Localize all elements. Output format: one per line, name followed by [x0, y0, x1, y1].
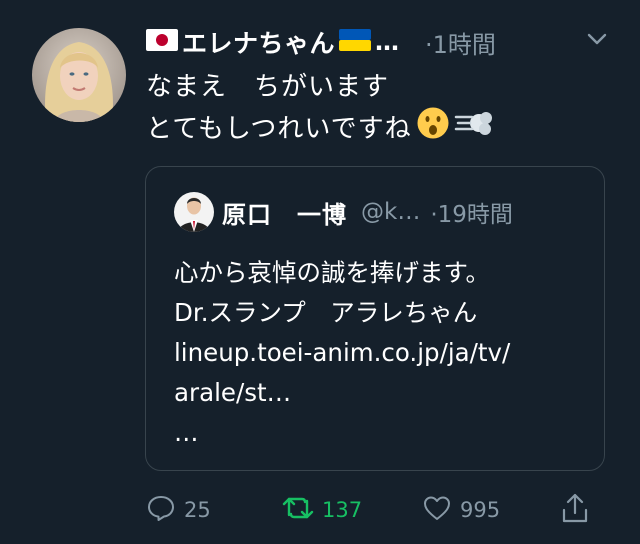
- reply-icon: [146, 493, 176, 528]
- reply-button[interactable]: 25: [146, 488, 211, 532]
- retweet-button[interactable]: 137: [282, 488, 362, 532]
- retweet-count: 137: [322, 498, 363, 522]
- quoted-tweet-timestamp[interactable]: ·19時間: [430, 195, 513, 229]
- tweet-action-bar: 25 137 995: [0, 488, 640, 532]
- quoted-text-more: …: [174, 418, 199, 447]
- hushed-face-icon: [416, 106, 450, 153]
- quoted-link[interactable]: lineup.toei-anim.co.jp/ja/tv/: [174, 333, 510, 373]
- tweet-text-line: とてもしつれいですね: [146, 114, 412, 144]
- tweet[interactable]: エレナちゃん … ·1時間 なまえ ちがいます とてもしつれいですね 原口 一博…: [0, 0, 640, 544]
- quoted-author-handle[interactable]: @k…: [361, 199, 420, 225]
- quoted-text-line: 心から哀悼の誠を捧げます。: [174, 258, 491, 287]
- tweet-header: エレナちゃん … ·1時間: [146, 22, 616, 62]
- name-truncation: …: [375, 28, 400, 56]
- tweet-timestamp[interactable]: ·1時間: [425, 25, 496, 60]
- quoted-author-name[interactable]: 原口 一博: [222, 195, 347, 230]
- retweet-icon: [282, 493, 314, 528]
- japan-flag-icon: [146, 29, 178, 55]
- quoted-tweet-header: 原口 一博 @k… ·19時間: [222, 193, 513, 231]
- chevron-down-icon[interactable]: [586, 28, 608, 54]
- author-display-name[interactable]: エレナちゃん: [182, 24, 335, 60]
- dash-icon: [454, 106, 494, 153]
- quoted-link[interactable]: arale/st…: [174, 373, 510, 413]
- tweet-text-line: なまえ ちがいます: [146, 72, 390, 102]
- quoted-tweet-text: 心から哀悼の誠を捧げます。 Dr.スランプ アラレちゃん lineup.toei…: [174, 253, 510, 453]
- like-button[interactable]: 995: [422, 488, 500, 532]
- like-count: 995: [460, 498, 501, 522]
- author-avatar[interactable]: [32, 28, 126, 122]
- quoted-tweet[interactable]: 原口 一博 @k… ·19時間 心から哀悼の誠を捧げます。 Dr.スランプ アラ…: [145, 166, 605, 471]
- share-icon: [560, 492, 590, 529]
- reply-count: 25: [184, 498, 211, 522]
- quoted-text-line: Dr.スランプ アラレちゃん: [174, 298, 478, 327]
- share-button[interactable]: [560, 488, 590, 532]
- ukraine-flag-icon: [339, 29, 372, 55]
- heart-icon: [422, 493, 452, 528]
- tweet-text: なまえ ちがいます とてもしつれいですね: [146, 66, 494, 150]
- quoted-author-avatar: [174, 192, 214, 232]
